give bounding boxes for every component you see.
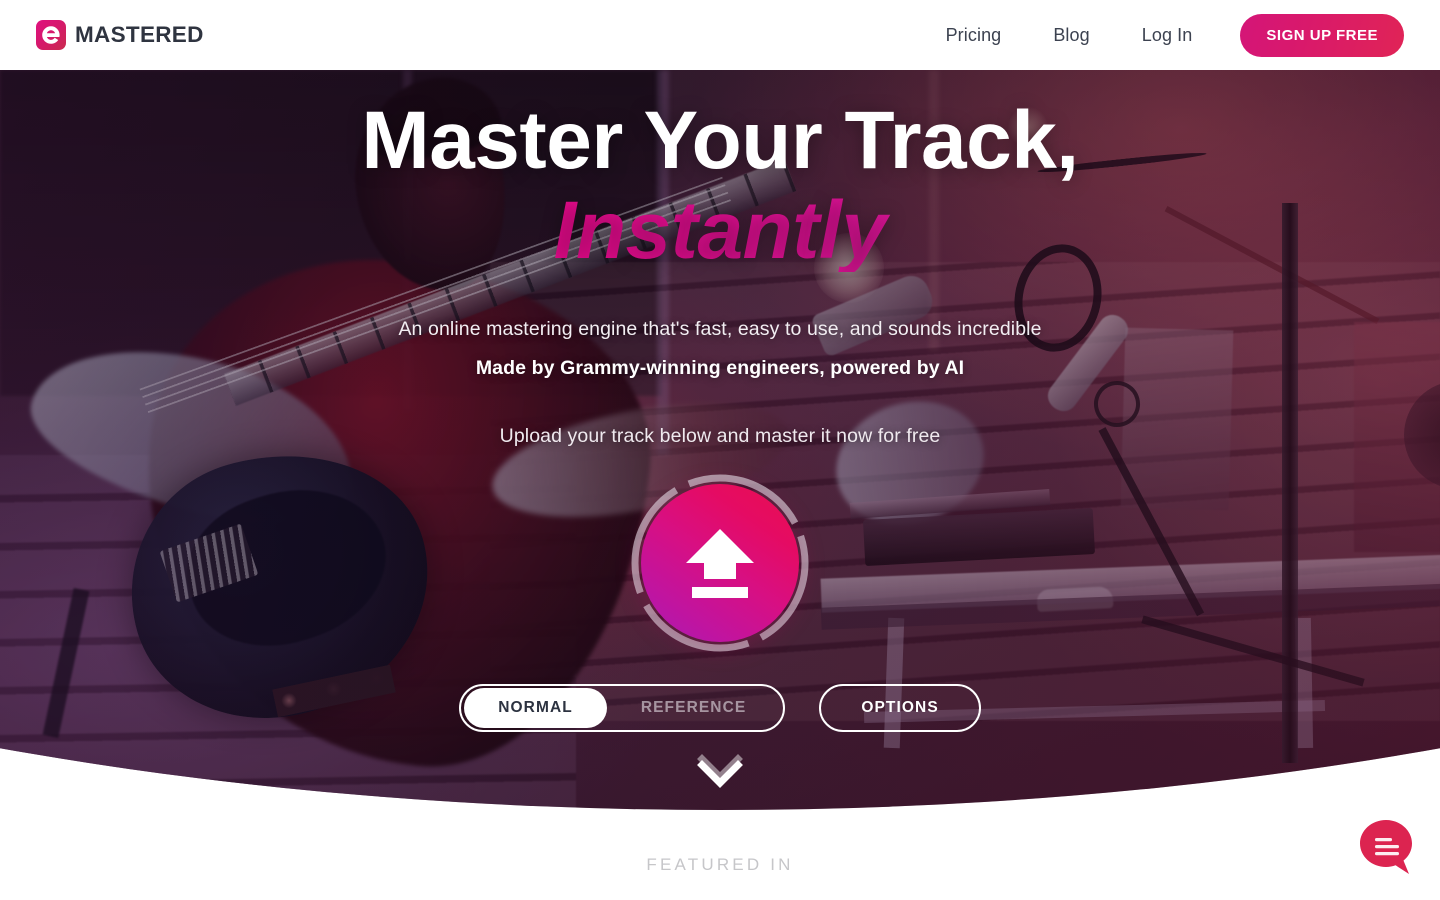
hero-section: Master Your Track, Instantly An online m…: [0, 70, 1440, 810]
featured-in-label: FEATURED IN: [646, 855, 794, 874]
mode-toggle-normal[interactable]: NORMAL: [464, 688, 607, 728]
hero-subtitle-1: An online mastering engine that's fast, …: [398, 318, 1042, 340]
options-button[interactable]: OPTIONS: [819, 684, 981, 732]
hero-subtitle-2: Made by Grammy-winning engineers, powere…: [475, 357, 965, 379]
emastered-e-logo-icon: [36, 20, 66, 50]
hero-upload-prompt: Upload your track below and master it no…: [499, 425, 941, 447]
hero-controls: NORMAL REFERENCE OPTIONS: [0, 684, 1440, 732]
site-header: MASTERED Pricing Blog Log In SIGN UP FRE…: [0, 0, 1440, 70]
sign-up-free-button[interactable]: SIGN UP FREE: [1240, 13, 1404, 57]
mode-toggle[interactable]: NORMAL REFERENCE: [459, 684, 786, 732]
brand-name: MASTERED: [75, 21, 204, 47]
nav-link-blog[interactable]: Blog: [1027, 25, 1115, 46]
headline-line-1: Master Your Track,: [361, 95, 1079, 186]
chevron-down-icon: [697, 754, 743, 788]
chat-widget-button[interactable]: [1358, 818, 1416, 876]
mode-toggle-reference[interactable]: REFERENCE: [607, 688, 781, 728]
headline-line-2: Instantly: [0, 190, 1440, 272]
nav-link-pricing[interactable]: Pricing: [920, 25, 1028, 46]
chat-bubble-icon: [1360, 820, 1412, 874]
page-title: Master Your Track, Instantly: [0, 100, 1440, 272]
upload-track-button[interactable]: [641, 484, 799, 642]
upload-control[interactable]: [627, 470, 813, 656]
scroll-down-button[interactable]: [696, 754, 744, 788]
brand-logo[interactable]: MASTERED: [36, 20, 204, 50]
upload-arrow-icon: [686, 529, 754, 598]
hero-content: Master Your Track, Instantly An online m…: [0, 100, 1440, 788]
nav-link-login[interactable]: Log In: [1116, 25, 1219, 46]
main-nav: Pricing Blog Log In SIGN UP FREE: [920, 13, 1404, 57]
